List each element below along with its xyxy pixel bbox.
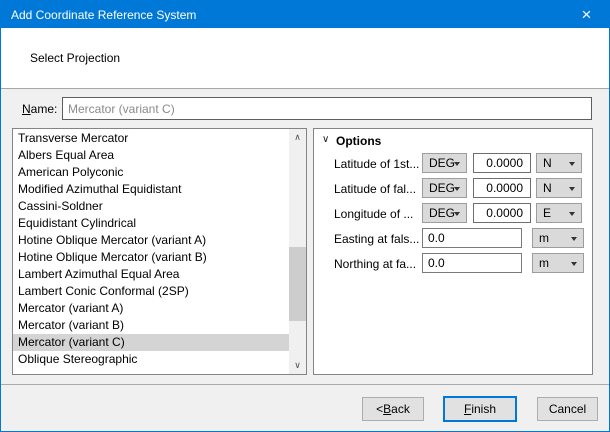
name-input[interactable] xyxy=(62,97,592,120)
param-row: Longitude of ... DEG E xyxy=(314,203,592,223)
dropdown-arrow-icon xyxy=(454,212,460,216)
options-title: Options xyxy=(336,134,381,148)
list-item[interactable]: Mercator (variant C) xyxy=(13,334,289,351)
projection-list-box: Transverse MercatorAlbers Equal AreaAmer… xyxy=(12,128,307,375)
scroll-down-icon: ∨ xyxy=(294,361,301,370)
dropdown-arrow-icon xyxy=(569,212,575,216)
param-row: Latitude of fal... DEG N xyxy=(314,178,592,198)
angle-value-input[interactable] xyxy=(473,153,531,173)
hemisphere-dropdown[interactable]: N xyxy=(536,178,582,198)
angle-value-input[interactable] xyxy=(473,203,531,223)
options-panel: ∨ Options Latitude of 1st... DEG N Latit… xyxy=(313,128,593,375)
list-item[interactable]: Mercator (variant B) xyxy=(13,317,289,334)
param-row: Latitude of 1st... DEG N xyxy=(314,153,592,173)
param-row: Easting at fals... m xyxy=(314,228,592,248)
list-item[interactable]: Albers Equal Area xyxy=(13,147,289,164)
dropdown-arrow-icon xyxy=(569,162,575,166)
wizard-step-header: Select Projection xyxy=(1,28,609,89)
param-label: Northing at fa... xyxy=(334,257,422,271)
close-icon: × xyxy=(582,5,592,25)
list-item[interactable]: Oblique Stereographic xyxy=(13,351,289,368)
scrollbar-track[interactable]: ∧ ∨ xyxy=(289,129,306,374)
angle-value-input[interactable] xyxy=(473,178,531,198)
northing-value-input[interactable] xyxy=(422,253,522,273)
name-label: Name: xyxy=(22,102,57,116)
scroll-down-button[interactable]: ∨ xyxy=(289,357,306,374)
hemisphere-dropdown[interactable]: E xyxy=(536,203,582,223)
param-label: Latitude of 1st... xyxy=(334,157,422,171)
param-row: Northing at fa... m xyxy=(314,253,592,273)
list-item[interactable]: American Polyconic xyxy=(13,164,289,181)
list-item[interactable]: Modified Azimuthal Equidistant xyxy=(13,181,289,198)
list-item[interactable]: Cassini-Soldner xyxy=(13,198,289,215)
back-button[interactable]: < Back xyxy=(362,397,424,421)
angle-unit-dropdown[interactable]: DEG xyxy=(422,153,467,173)
window-title: Add Coordinate Reference System xyxy=(1,8,196,22)
linear-unit-dropdown[interactable]: m xyxy=(532,253,584,273)
finish-button[interactable]: Finish xyxy=(443,396,517,422)
dropdown-arrow-icon xyxy=(454,187,460,191)
param-label: Longitude of ... xyxy=(334,207,422,221)
wizard-step-title: Select Projection xyxy=(1,51,120,65)
options-section-header[interactable]: ∨ Options xyxy=(314,133,592,151)
list-item[interactable]: Hotine Oblique Mercator (variant B) xyxy=(13,249,289,266)
list-item[interactable]: Lambert Azimuthal Equal Area xyxy=(13,266,289,283)
dropdown-arrow-icon xyxy=(571,237,577,241)
titlebar: Add Coordinate Reference System × xyxy=(1,1,609,29)
dropdown-arrow-icon xyxy=(454,162,460,166)
dropdown-arrow-icon xyxy=(569,187,575,191)
projection-list: Transverse MercatorAlbers Equal AreaAmer… xyxy=(13,130,289,374)
collapse-chevron-icon: ∨ xyxy=(322,134,329,145)
list-item[interactable]: Transverse Mercator xyxy=(13,130,289,147)
footer-divider xyxy=(1,384,609,385)
scroll-up-icon: ∧ xyxy=(294,133,301,142)
list-item[interactable]: Hotine Oblique Mercator (variant A) xyxy=(13,232,289,249)
dropdown-arrow-icon xyxy=(571,262,577,266)
list-item[interactable]: Lambert Conic Conformal (2SP) xyxy=(13,283,289,300)
linear-unit-dropdown[interactable]: m xyxy=(532,228,584,248)
param-label: Latitude of fal... xyxy=(334,182,422,196)
scrollbar-thumb[interactable] xyxy=(289,247,306,321)
dialog-window: Add Coordinate Reference System × Select… xyxy=(0,0,610,432)
list-item[interactable]: Mercator (variant A) xyxy=(13,300,289,317)
scroll-up-button[interactable]: ∧ xyxy=(289,129,306,146)
param-label: Easting at fals... xyxy=(334,232,422,246)
cancel-button[interactable]: Cancel xyxy=(537,397,598,421)
close-button[interactable]: × xyxy=(564,1,609,29)
list-item[interactable]: Equidistant Cylindrical xyxy=(13,215,289,232)
hemisphere-dropdown[interactable]: N xyxy=(536,153,582,173)
angle-unit-dropdown[interactable]: DEG xyxy=(422,203,467,223)
angle-unit-dropdown[interactable]: DEG xyxy=(422,178,467,198)
easting-value-input[interactable] xyxy=(422,228,522,248)
